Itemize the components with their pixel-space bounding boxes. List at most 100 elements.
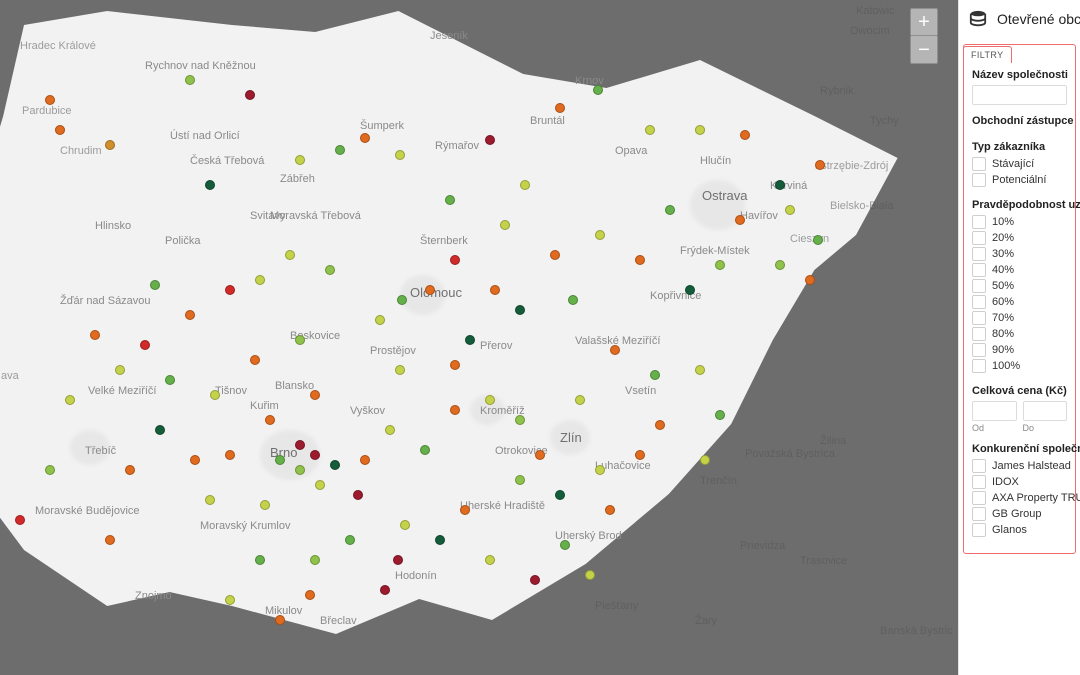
map-point[interactable] [140,340,150,350]
map-point[interactable] [250,355,260,365]
map-point[interactable] [685,285,695,295]
probability-option-row[interactable]: 80% [972,327,1067,341]
map-point[interactable] [555,103,565,113]
map-point[interactable] [185,310,195,320]
competitor-option-row[interactable]: Glanos [972,523,1067,537]
checkbox[interactable] [972,263,986,277]
map-point[interactable] [485,555,495,565]
map-point[interactable] [425,285,435,295]
map-point[interactable] [445,195,455,205]
map-point[interactable] [315,480,325,490]
map-point[interactable] [295,155,305,165]
map-point[interactable] [305,590,315,600]
map-point[interactable] [395,365,405,375]
map-point[interactable] [265,415,275,425]
map-point[interactable] [568,295,578,305]
map-point[interactable] [285,250,295,260]
map-point[interactable] [275,455,285,465]
probability-option-row[interactable]: 40% [972,263,1067,277]
competitor-option-row[interactable]: IDOX [972,475,1067,489]
map-point[interactable] [205,180,215,190]
map-point[interactable] [90,330,100,340]
map-point[interactable] [225,285,235,295]
map-point[interactable] [485,135,495,145]
map-point[interactable] [225,595,235,605]
map-point[interactable] [185,75,195,85]
map-point[interactable] [595,465,605,475]
map-point[interactable] [450,255,460,265]
map-point[interactable] [255,555,265,565]
map-point[interactable] [555,490,565,500]
map-point[interactable] [700,455,710,465]
map-point[interactable] [310,390,320,400]
map-point[interactable] [45,95,55,105]
map-point[interactable] [635,255,645,265]
zoom-in-button[interactable]: + [910,8,938,36]
checkbox[interactable] [972,343,986,357]
checkbox[interactable] [972,523,986,537]
map-point[interactable] [45,465,55,475]
map-point[interactable] [715,260,725,270]
map-canvas[interactable]: Hradec KrálovéPardubiceChrudimavaCieszyn… [0,0,958,675]
map-point[interactable] [15,515,25,525]
map-point[interactable] [420,445,430,455]
map-point[interactable] [255,275,265,285]
checkbox[interactable] [972,491,986,505]
probability-option-row[interactable]: 20% [972,231,1067,245]
map-point[interactable] [515,305,525,315]
map-point[interactable] [65,395,75,405]
zoom-out-button[interactable]: − [910,36,938,64]
map-point[interactable] [295,440,305,450]
probability-option-row[interactable]: 100% [972,359,1067,373]
map-point[interactable] [695,365,705,375]
map-point[interactable] [740,130,750,140]
map-point[interactable] [275,615,285,625]
checkbox[interactable] [972,157,986,171]
competitor-option-row[interactable]: GB Group [972,507,1067,521]
map-point[interactable] [805,275,815,285]
map-point[interactable] [655,420,665,430]
probability-option-row[interactable]: 60% [972,295,1067,309]
probability-option-row[interactable]: 10% [972,215,1067,229]
map-point[interactable] [435,535,445,545]
map-point[interactable] [585,570,595,580]
map-point[interactable] [593,85,603,95]
map-point[interactable] [205,495,215,505]
map-point[interactable] [245,90,255,100]
checkbox[interactable] [972,215,986,229]
map-point[interactable] [465,335,475,345]
map-point[interactable] [115,365,125,375]
map-point[interactable] [500,220,510,230]
map-point[interactable] [125,465,135,475]
map-point[interactable] [55,125,65,135]
customer-type-option-row[interactable]: Stávající [972,157,1067,171]
map-point[interactable] [385,425,395,435]
map-point[interactable] [393,555,403,565]
competitor-option-row[interactable]: AXA Property TRUST [972,491,1067,505]
checkbox[interactable] [972,173,986,187]
map-point[interactable] [520,180,530,190]
map-point[interactable] [813,235,823,245]
map-point[interactable] [650,370,660,380]
map-point[interactable] [575,395,585,405]
map-point[interactable] [400,520,410,530]
map-point[interactable] [380,585,390,595]
map-point[interactable] [353,490,363,500]
map-point[interactable] [295,335,305,345]
map-point[interactable] [165,375,175,385]
map-point[interactable] [345,535,355,545]
map-point[interactable] [330,460,340,470]
map-point[interactable] [485,395,495,405]
checkbox[interactable] [972,327,986,341]
checkbox[interactable] [972,247,986,261]
map-point[interactable] [695,125,705,135]
map-point[interactable] [360,455,370,465]
map-point[interactable] [610,345,620,355]
map-point[interactable] [515,415,525,425]
map-point[interactable] [155,425,165,435]
map-point[interactable] [105,140,115,150]
competitor-option-row[interactable]: James Halstead [972,459,1067,473]
map-point[interactable] [665,205,675,215]
map-point[interactable] [715,410,725,420]
checkbox[interactable] [972,311,986,325]
